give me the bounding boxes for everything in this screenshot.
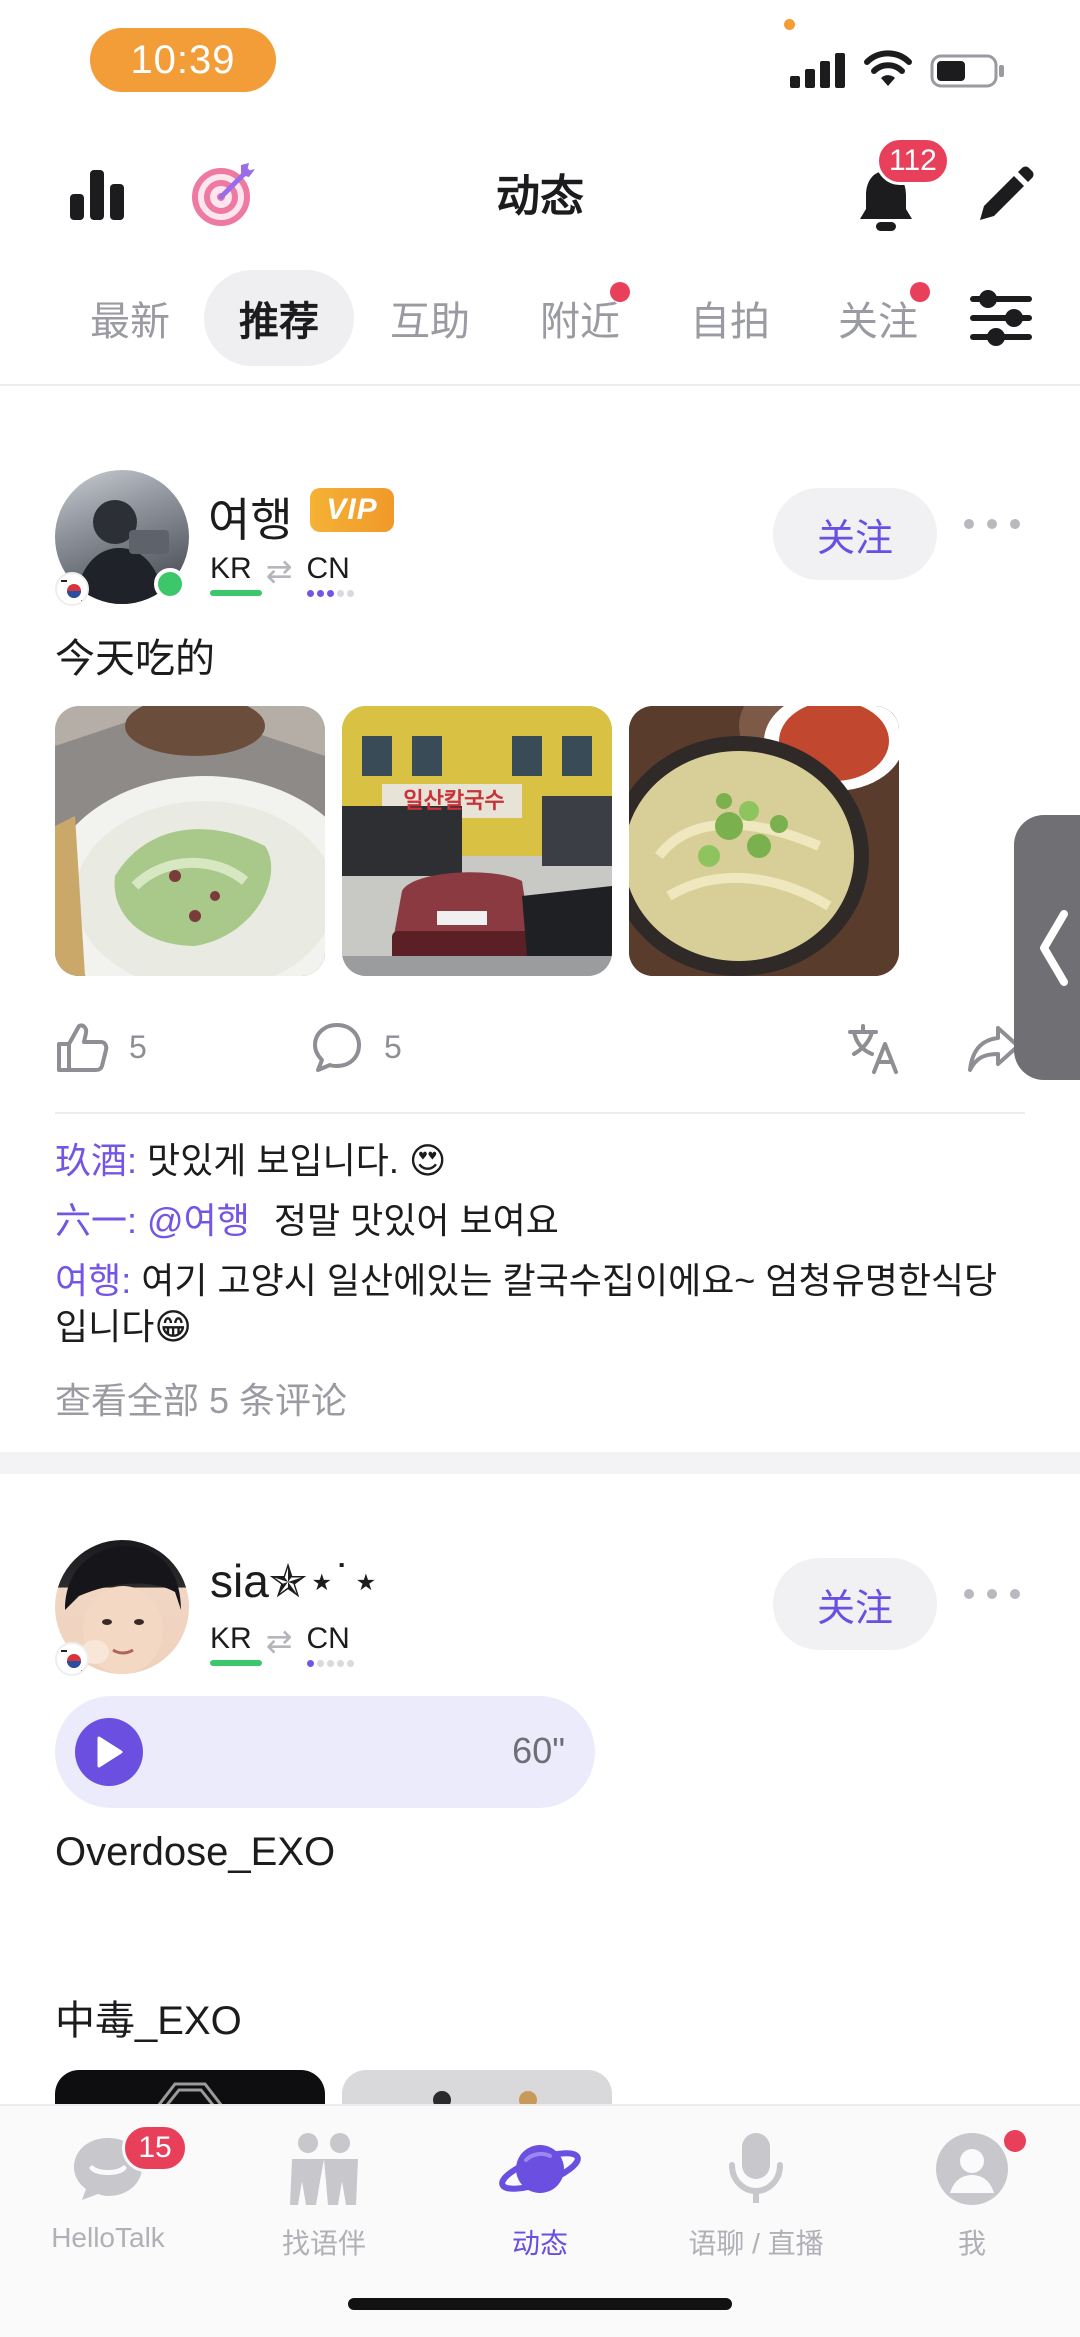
play-icon[interactable] bbox=[75, 1718, 143, 1786]
username[interactable]: 여행 bbox=[208, 484, 293, 550]
comment-button[interactable]: 5 bbox=[310, 1020, 402, 1074]
audio-duration: 60" bbox=[512, 1730, 565, 1771]
filter-settings-icon[interactable] bbox=[966, 288, 1036, 348]
feed-tabs: 最新 推荐 互助 附近 自拍 关注 bbox=[0, 260, 1080, 386]
more-options-icon[interactable] bbox=[964, 504, 1020, 544]
learning-language: CN bbox=[306, 552, 354, 597]
comment-item[interactable]: 六一: @여행 정말 맛있어 보여요 bbox=[55, 1198, 1015, 1244]
unread-messages-badge: 15 bbox=[122, 2124, 188, 2172]
exchange-arrows-icon: ⇄ bbox=[265, 1623, 293, 1659]
post-photo[interactable]: 일산칼국수 bbox=[342, 706, 612, 976]
view-all-comments-link[interactable]: 查看全部 5 条评论 bbox=[55, 1372, 347, 1424]
online-status-dot bbox=[154, 568, 186, 600]
post-text: 中毒_EXO bbox=[55, 1999, 242, 2043]
comment-count: 5 bbox=[384, 1028, 402, 1065]
language-exchange-info: KR ⇄ CN bbox=[210, 552, 354, 597]
language-level-dots bbox=[306, 1660, 354, 1667]
tab-following-dot bbox=[910, 282, 930, 302]
top-header: 动态 112 bbox=[0, 120, 1080, 260]
nav-label: 语聊 / 直播 bbox=[688, 2228, 824, 2259]
korea-flag-icon bbox=[55, 1642, 89, 1676]
native-language: KR bbox=[210, 1622, 262, 1666]
username[interactable]: sia✯⋆˙⋆ bbox=[210, 1554, 380, 1608]
post-card: sia✯⋆˙⋆ KR ⇄ CN 关注 60" Overdose_EXO 中毒_E… bbox=[0, 1474, 1080, 2104]
comment-item[interactable]: 여행: 여기 고양시 일산에있는 칼국수집이에요~ 엄청유명한식당입니다😁 bbox=[55, 1258, 1015, 1350]
nav-label: 找语伴 bbox=[281, 2228, 366, 2259]
comment-bubble-icon bbox=[313, 1023, 361, 1072]
post-photo[interactable] bbox=[629, 706, 899, 976]
home-indicator bbox=[348, 2298, 732, 2310]
nav-me[interactable]: 我 bbox=[864, 2124, 1080, 2274]
translate-icon bbox=[848, 1024, 898, 1074]
post-card: 여행 VIP KR ⇄ CN 关注 今天吃的 일산칼국수 5 5 玖酒: 맛있게… bbox=[0, 388, 1080, 1452]
language-exchange-info: KR ⇄ CN bbox=[210, 1622, 354, 1667]
nav-label: 我 bbox=[957, 2228, 986, 2259]
microphone-icon bbox=[711, 2124, 801, 2214]
post-photo[interactable] bbox=[342, 2070, 612, 2104]
voice-message-player[interactable]: 60" bbox=[55, 1696, 595, 1808]
nav-voice-live[interactable]: 语聊 / 直播 bbox=[648, 2124, 864, 2274]
wifi-icon bbox=[864, 50, 912, 86]
post-actions: 5 5 bbox=[0, 1020, 1080, 1090]
translate-button[interactable] bbox=[846, 1020, 902, 1076]
like-count: 5 bbox=[129, 1028, 147, 1065]
battery-icon bbox=[930, 54, 1004, 88]
comment-author[interactable]: 玖酒: bbox=[55, 1140, 137, 1181]
comment-text: 맛있게 보입니다. 😍 bbox=[147, 1140, 447, 1181]
tab-selfie[interactable]: 自拍 bbox=[680, 270, 780, 366]
comment-author[interactable]: 六一: bbox=[55, 1200, 137, 1241]
follow-button[interactable]: 关注 bbox=[773, 488, 937, 580]
storefront-sign-text: 일산칼국수 bbox=[403, 788, 505, 813]
more-options-icon[interactable] bbox=[964, 1574, 1020, 1614]
post-text: 今天吃的 bbox=[55, 637, 215, 681]
privacy-indicator-dot bbox=[784, 19, 795, 30]
thumbs-up-icon bbox=[57, 1023, 109, 1072]
post-photo[interactable] bbox=[55, 2070, 325, 2104]
exchange-arrows-icon: ⇄ bbox=[265, 553, 293, 589]
divider bbox=[55, 1112, 1025, 1114]
nav-find-partner[interactable]: 找语伴 bbox=[216, 2124, 432, 2274]
language-level-dots bbox=[306, 590, 354, 597]
comment-text: 정말 맛있어 보여요 bbox=[273, 1200, 559, 1241]
comment-text: 여기 고양시 일산에있는 칼국수집이에요~ 엄청유명한식당입니다😁 bbox=[55, 1260, 998, 1347]
chevron-left-icon bbox=[1040, 909, 1068, 986]
nav-moments[interactable]: 动态 bbox=[432, 2124, 648, 2274]
nav-label: 动态 bbox=[511, 2228, 568, 2259]
status-bar: 10:39 bbox=[0, 0, 1080, 120]
korea-flag-icon bbox=[55, 572, 89, 606]
nav-hellotalk[interactable]: HelloTalk 15 bbox=[0, 2124, 216, 2274]
tab-latest[interactable]: 最新 bbox=[80, 270, 180, 366]
native-language: KR bbox=[210, 552, 262, 596]
side-panel-handle[interactable] bbox=[1014, 815, 1080, 1080]
tab-mutual-help[interactable]: 互助 bbox=[380, 270, 480, 366]
comment-item[interactable]: 玖酒: 맛있게 보입니다. 😍 bbox=[55, 1138, 1015, 1184]
like-button[interactable]: 5 bbox=[55, 1020, 147, 1074]
learning-language: CN bbox=[306, 1622, 354, 1667]
tab-nearby-dot bbox=[610, 282, 630, 302]
planet-icon bbox=[495, 2124, 585, 2214]
comment-mention[interactable]: @여행 bbox=[147, 1200, 250, 1241]
post-photo[interactable] bbox=[55, 706, 325, 976]
notification-count-badge: 112 bbox=[876, 137, 950, 185]
compose-pen-icon[interactable] bbox=[966, 158, 1042, 234]
cellular-signal-icon bbox=[790, 53, 845, 88]
comment-author[interactable]: 여행: bbox=[55, 1260, 131, 1301]
follow-button[interactable]: 关注 bbox=[773, 1558, 937, 1650]
vip-badge: VIP bbox=[310, 488, 394, 532]
tab-recommended[interactable]: 推荐 bbox=[204, 270, 354, 366]
post-separator bbox=[0, 1452, 1080, 1474]
profile-notification-dot bbox=[1004, 2130, 1026, 2152]
partners-people-icon bbox=[279, 2124, 369, 2214]
nav-label: HelloTalk bbox=[51, 2222, 165, 2253]
status-time: 10:39 bbox=[90, 28, 276, 92]
post-text: Overdose_EXO bbox=[55, 1830, 336, 1874]
